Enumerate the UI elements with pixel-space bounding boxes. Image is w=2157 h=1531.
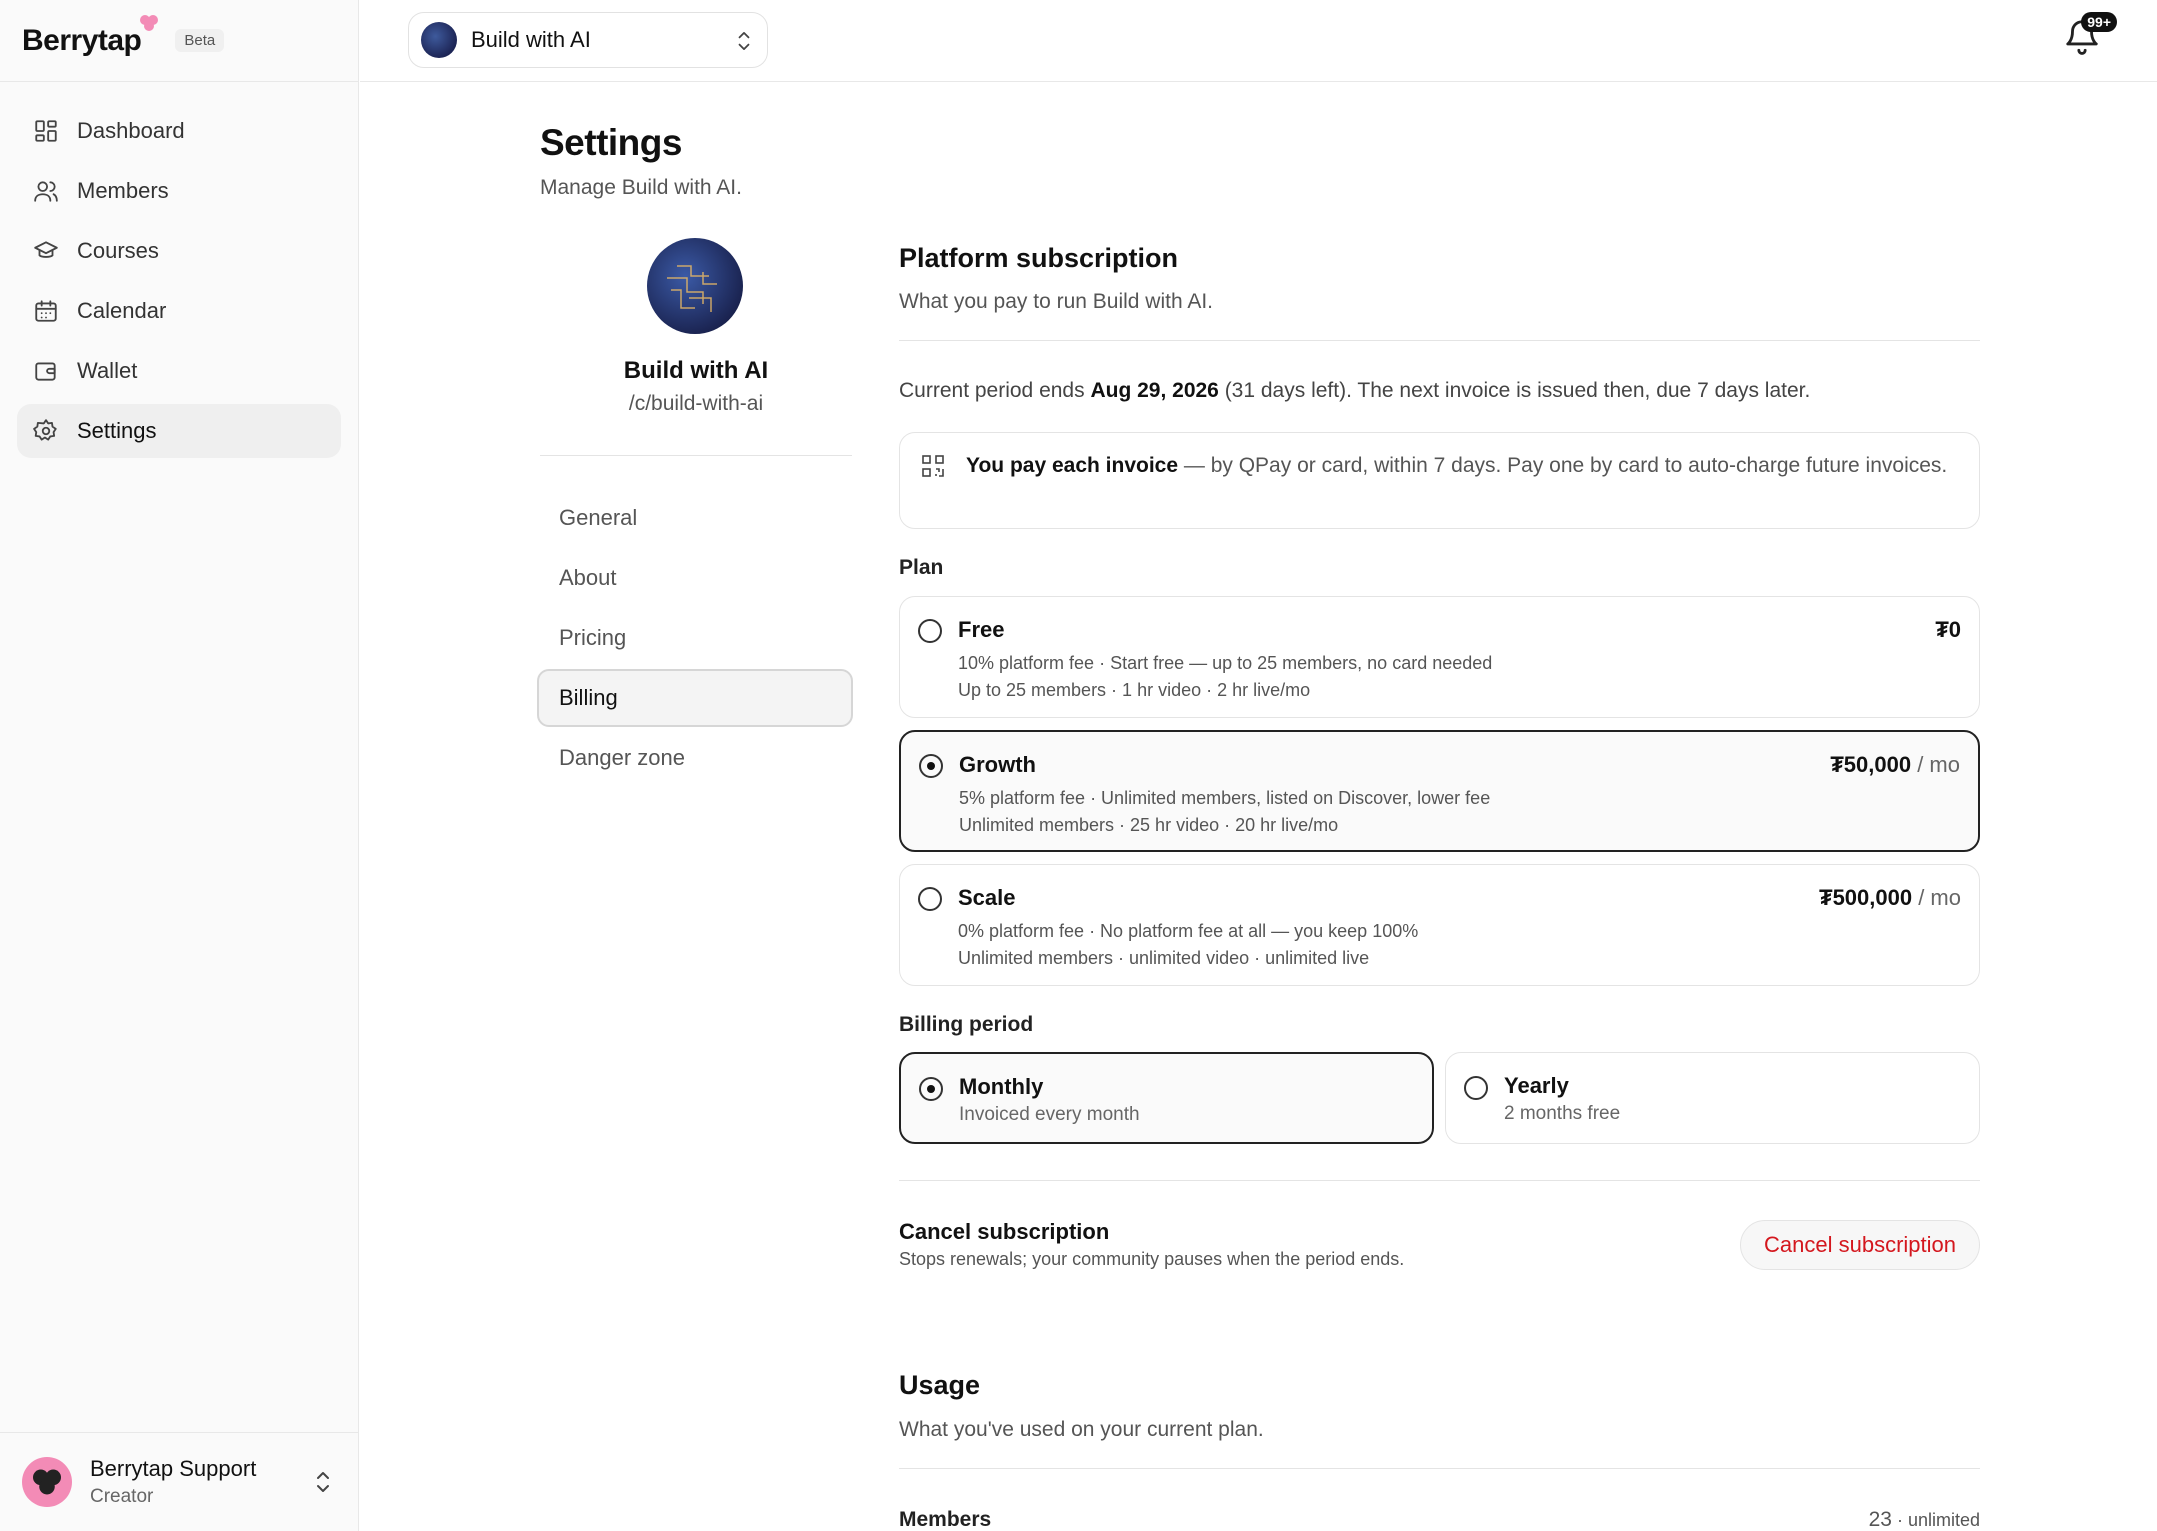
plan-description: 5% platform fee · Unlimited members, lis… — [959, 788, 1491, 808]
page-title: Settings — [540, 122, 682, 163]
qr-code-icon — [922, 455, 944, 477]
divider — [899, 1468, 1980, 1469]
usage-members-value: 23 · unlimited — [1868, 1508, 1980, 1531]
billing-option-monthly[interactable]: Monthly Invoiced every month — [899, 1052, 1434, 1144]
subscription-subtitle: What you pay to run Build with AI. — [899, 290, 1213, 313]
divider — [899, 340, 1980, 341]
plan-label: Plan — [899, 556, 944, 579]
brand-header: Berrytap Beta — [0, 0, 358, 82]
usage-subtitle: What you've used on your current plan. — [899, 1418, 1264, 1441]
sidebar-item-wallet[interactable]: Wallet — [17, 344, 341, 398]
usage-members-label: Members — [899, 1508, 992, 1531]
sidebar-item-label: Wallet — [77, 358, 138, 383]
sidebar-item-label: Courses — [77, 238, 159, 263]
beta-badge: Beta — [175, 29, 225, 52]
notification-count-badge: 99+ — [2081, 12, 2117, 32]
top-bar: Build with AI 99+ — [360, 0, 2157, 82]
avatar — [22, 1457, 72, 1507]
billing-option-name: Monthly — [959, 1074, 1044, 1099]
sidebar-item-courses[interactable]: Courses — [17, 224, 341, 278]
community-image — [647, 238, 743, 334]
divider — [899, 1180, 1980, 1181]
radio-button[interactable] — [918, 887, 942, 911]
berry-logo-icon — [140, 14, 159, 31]
wallet-icon — [35, 362, 56, 381]
settings-tab-danger-zone[interactable]: Danger zone — [537, 729, 853, 787]
plan-limits: Unlimited members · 25 hr video · 20 hr … — [959, 815, 1339, 835]
settings-tab-about[interactable]: About — [537, 549, 853, 607]
user-name: Berrytap Support — [90, 1456, 257, 1481]
billing-option-desc: Invoiced every month — [959, 1104, 1140, 1125]
radio-button[interactable] — [919, 1077, 943, 1101]
community-avatar — [647, 238, 743, 334]
plan-price: ₮50,000 / mo — [1830, 752, 1960, 777]
brand-logo[interactable]: Berrytap — [22, 14, 159, 58]
plan-description: 0% platform fee · No platform fee at all… — [958, 921, 1419, 941]
sidebar-item-settings[interactable]: Settings — [17, 404, 341, 458]
usage-title: Usage — [899, 1370, 981, 1400]
main-nav: Dashboard Members Courses Calendar Walle… — [0, 82, 358, 486]
period-end-date: Aug 29, 2026 — [1090, 379, 1219, 402]
plan-description: 10% platform fee · Start free — up to 25… — [958, 653, 1493, 673]
cancel-subscription-desc: Stops renewals; your community pauses wh… — [899, 1249, 1405, 1269]
community-switcher[interactable]: Build with AI — [408, 12, 768, 68]
radio-button[interactable] — [918, 619, 942, 643]
settings-tab-pricing[interactable]: Pricing — [537, 609, 853, 667]
plan-limits: Unlimited members · unlimited video · un… — [958, 948, 1370, 968]
sidebar-item-label: Settings — [77, 418, 157, 443]
plan-price: ₮0 — [1935, 617, 1961, 642]
community-slug: /c/build-with-ai — [628, 392, 764, 415]
sidebar-item-label: Dashboard — [77, 118, 185, 143]
sidebar: Berrytap Beta Dashboard Members Courses … — [0, 0, 359, 1531]
sidebar-item-label: Calendar — [77, 298, 167, 323]
user-role: Creator — [90, 1486, 154, 1507]
sidebar-item-calendar[interactable]: Calendar — [17, 284, 341, 338]
plan-price: ₮500,000 / mo — [1819, 885, 1961, 910]
current-period-text: Current period ends Aug 29, 2026 (31 day… — [899, 379, 1811, 402]
payment-notice: You pay each invoice — by QPay or card, … — [899, 432, 1980, 529]
gear-icon — [33, 419, 57, 441]
community-name: Build with AI — [623, 357, 769, 384]
sidebar-item-dashboard[interactable]: Dashboard — [17, 104, 341, 158]
radio-button[interactable] — [1464, 1076, 1488, 1100]
community-avatar — [421, 22, 457, 58]
divider — [540, 455, 852, 456]
chevron-up-down-icon — [738, 32, 750, 50]
billing-option-yearly[interactable]: Yearly 2 months free — [1445, 1052, 1980, 1144]
plan-name: Free — [958, 617, 1005, 642]
cancel-subscription-button[interactable]: Cancel subscription — [1740, 1220, 1980, 1270]
subscription-title: Platform subscription — [899, 243, 1179, 273]
settings-tab-billing[interactable]: Billing — [537, 669, 853, 727]
sidebar-item-label: Members — [77, 178, 169, 203]
billing-option-desc: 2 months free — [1504, 1103, 1621, 1124]
plan-limits: Up to 25 members · 1 hr video · 2 hr liv… — [958, 680, 1311, 700]
plan-option-scale[interactable]: Scale 0% platform fee · No platform fee … — [899, 864, 1980, 986]
user-menu[interactable]: Berrytap Support Creator — [0, 1432, 359, 1531]
page-subtitle: Manage Build with AI. — [540, 176, 742, 199]
plan-option-growth[interactable]: Growth 5% platform fee · Unlimited membe… — [899, 730, 1980, 852]
billing-option-name: Yearly — [1504, 1073, 1569, 1098]
radio-button[interactable] — [919, 754, 943, 778]
settings-nav: General About Pricing Billing Danger zon… — [537, 489, 853, 789]
calendar-icon — [35, 300, 57, 322]
plan-name: Scale — [958, 885, 1016, 910]
sidebar-item-members[interactable]: Members — [17, 164, 341, 218]
plan-name: Growth — [959, 752, 1036, 777]
billing-period-label: Billing period — [899, 1013, 1034, 1036]
cancel-subscription-title: Cancel subscription — [899, 1219, 1110, 1244]
users-icon — [34, 181, 58, 202]
plan-option-free[interactable]: Free 10% platform fee · Start free — up … — [899, 596, 1980, 718]
berry-logo-icon — [33, 1469, 61, 1495]
settings-tab-general[interactable]: General — [537, 489, 853, 547]
graduation-cap-icon — [34, 241, 58, 258]
dashboard-icon — [35, 120, 57, 142]
chevron-up-down-icon — [317, 1472, 329, 1492]
community-switcher-label: Build with AI — [471, 27, 591, 52]
